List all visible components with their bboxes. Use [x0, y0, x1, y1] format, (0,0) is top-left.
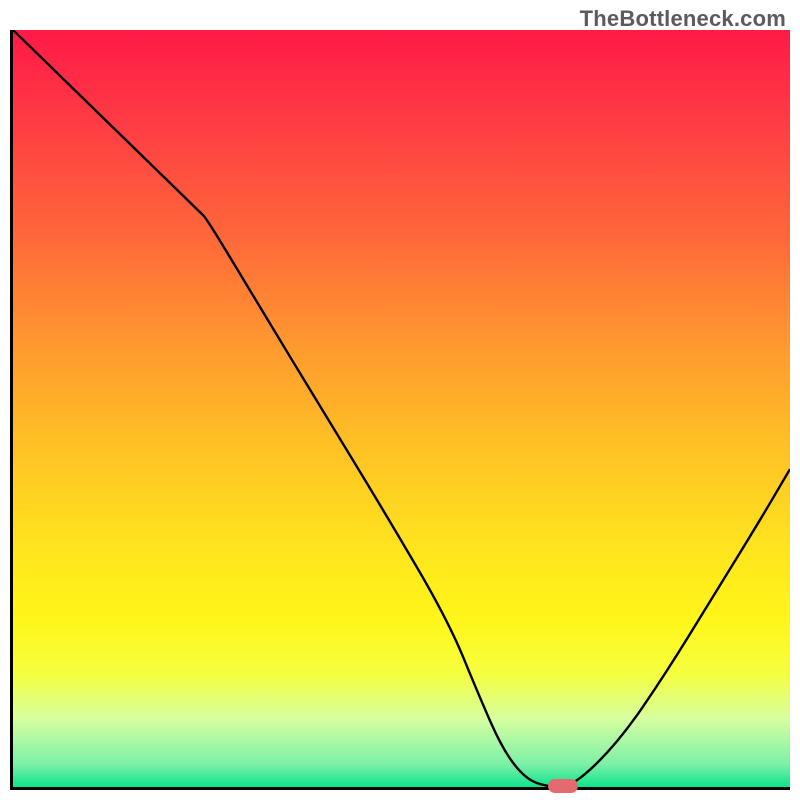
- watermark-text: TheBottleneck.com: [580, 6, 786, 32]
- plot-area: [10, 30, 790, 790]
- bottleneck-curve: [13, 30, 790, 787]
- curve-layer: [13, 30, 790, 787]
- minimum-marker: [548, 779, 578, 793]
